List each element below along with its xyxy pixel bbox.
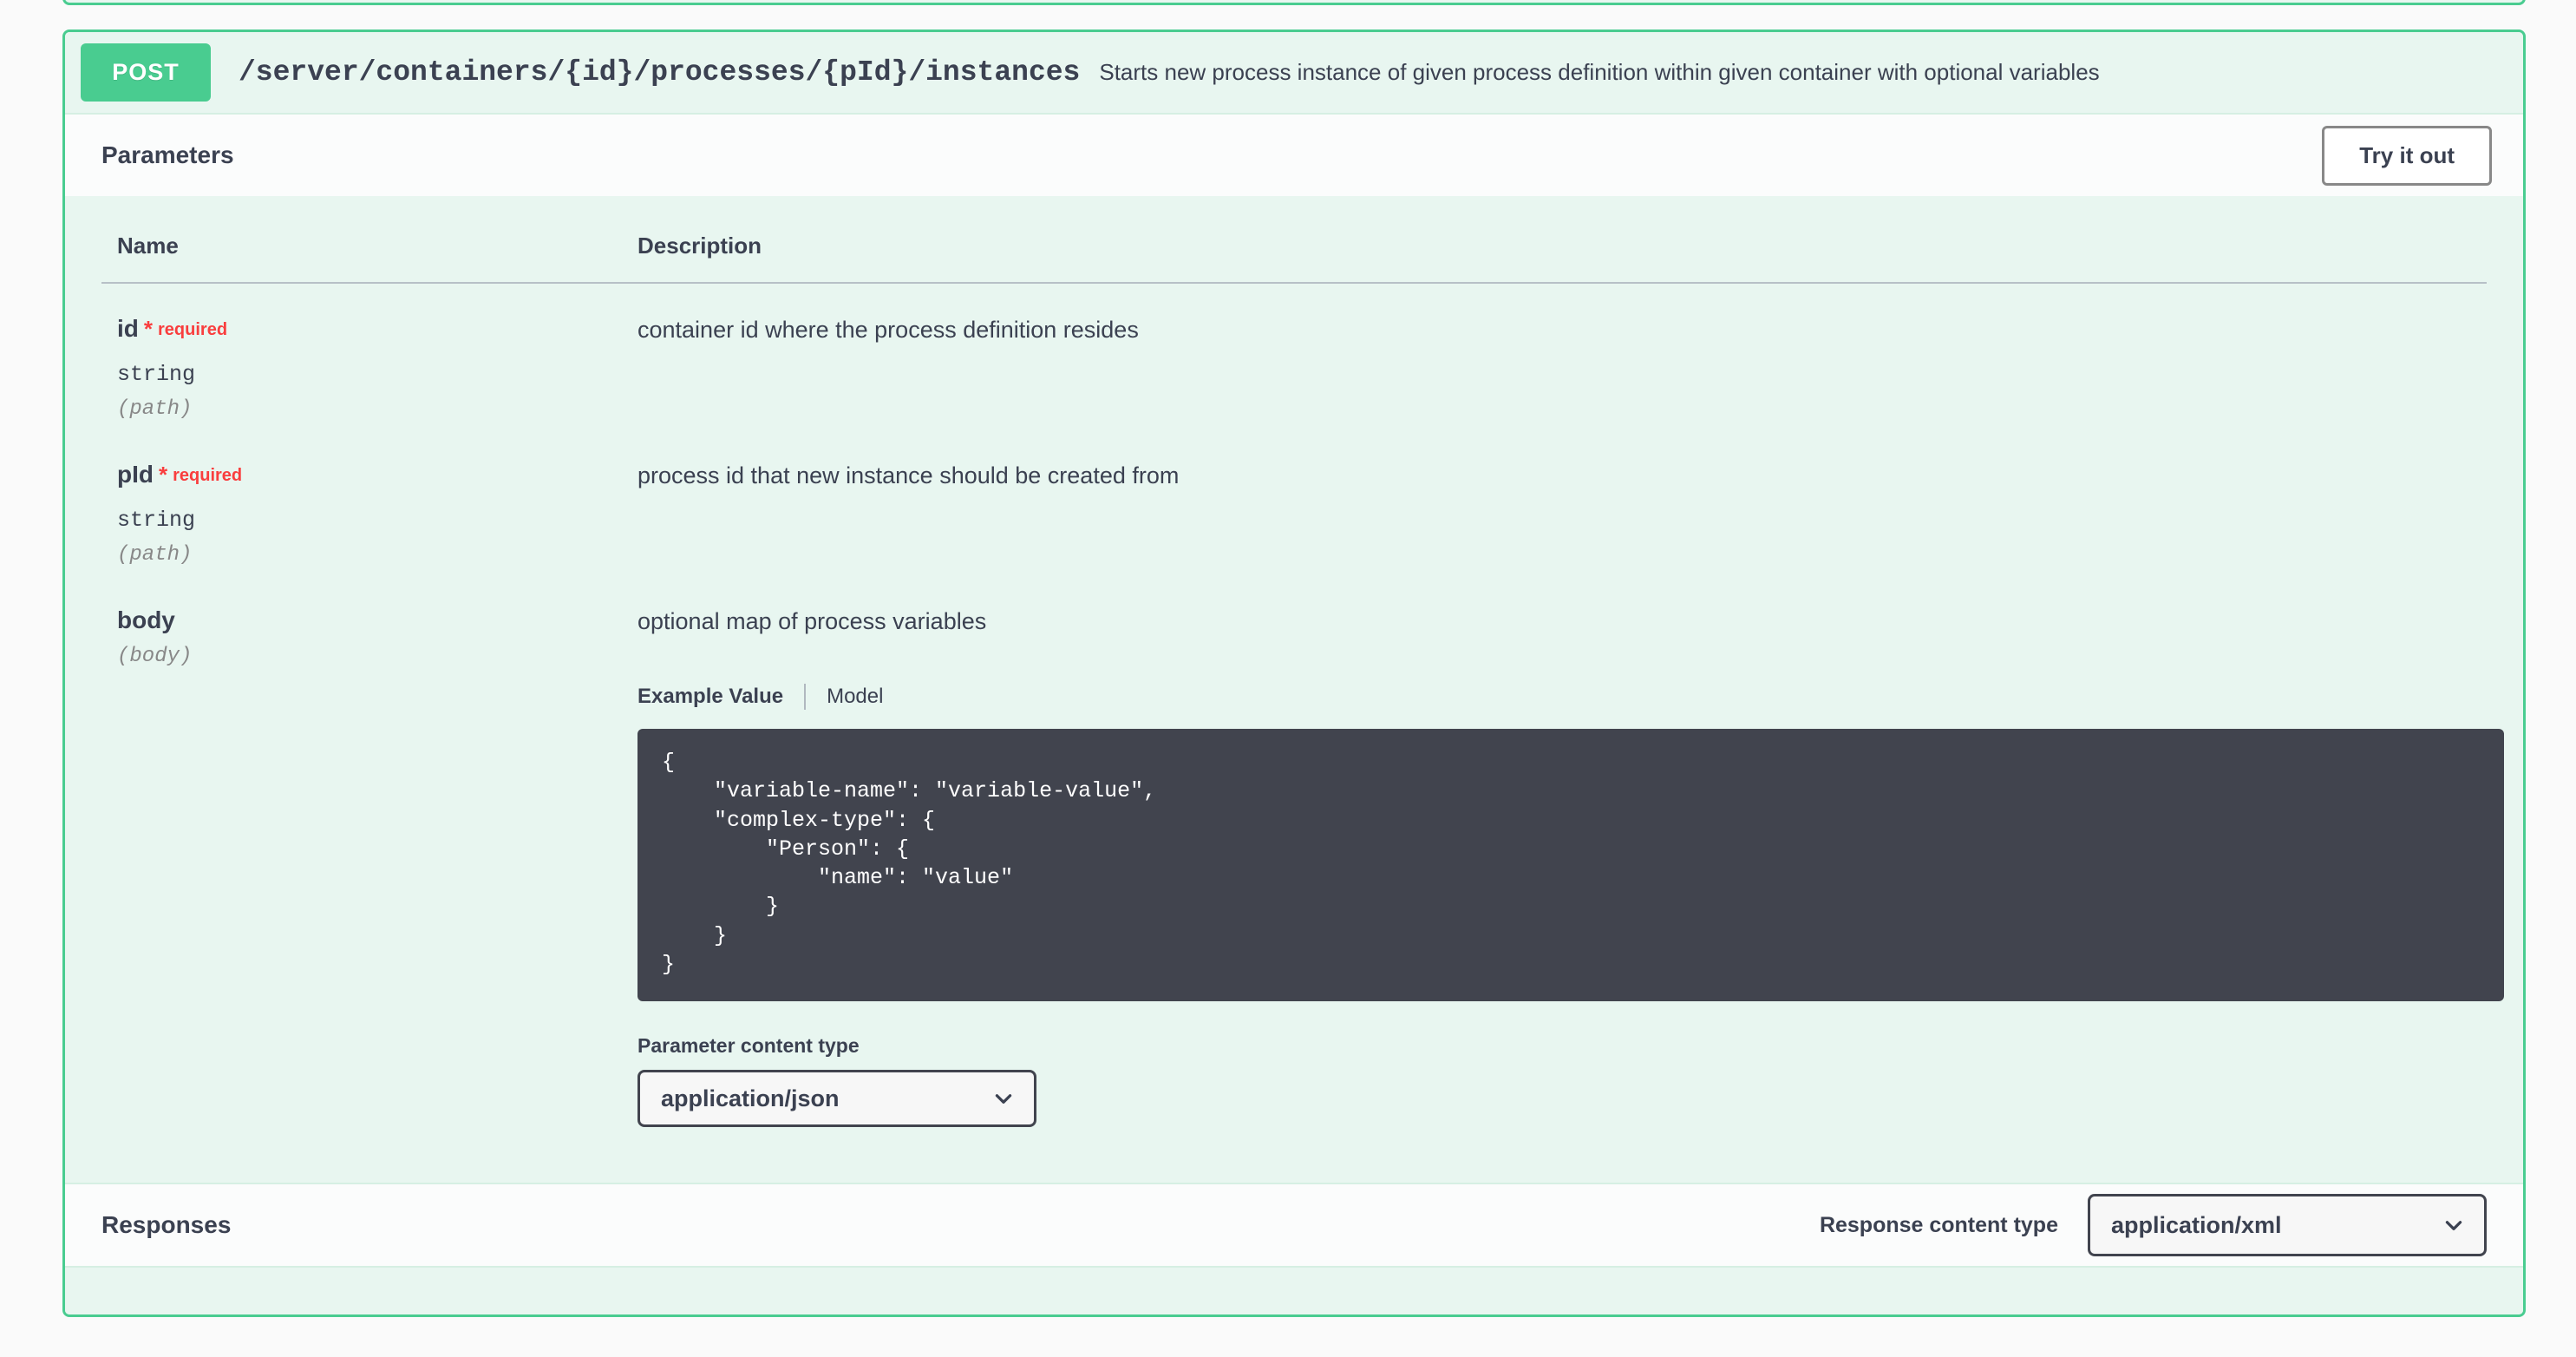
parameter-name-cell-id: id * required string (path) [101, 283, 622, 429]
required-label: required [173, 466, 243, 485]
parameters-table: Name Description id * required string (pat… [101, 226, 2504, 1136]
parameter-location-id: (path) [117, 397, 193, 421]
http-method-badge: POST [81, 43, 211, 102]
responses-header: Responses Response content type applicat… [65, 1183, 2523, 1267]
try-it-out-button[interactable]: Try it out [2322, 125, 2492, 186]
parameter-name-cell-pid: pId * required string (path) [101, 429, 622, 575]
parameter-description-cell-id: container id where the process definitio… [622, 283, 2487, 429]
parameter-description-body: optional map of process variables [637, 608, 987, 634]
parameter-description-id: container id where the process definitio… [637, 317, 1139, 343]
response-content-type-select[interactable]: application/xml [2088, 1194, 2487, 1257]
parameter-name-cell-body: body (body) [101, 575, 622, 1136]
parameter-type-id: string [117, 362, 196, 387]
previous-operation-block-partial [62, 0, 2526, 5]
body-example-tabs: Example Value Model [637, 684, 2487, 711]
column-header-name: Name [101, 226, 622, 284]
response-content-type-label: Response content type [1819, 1212, 2058, 1237]
responses-title: Responses [101, 1211, 232, 1239]
example-value-code-block[interactable]: { "variable-name": "variable-value", "co… [637, 729, 2504, 1002]
operation-block-post: POST /server/containers/{id}/processes/{… [62, 30, 2526, 1318]
parameter-name-pid: pId [117, 461, 154, 488]
operation-path: /server/containers/{id}/processes/{pId}/… [239, 56, 1081, 88]
response-content-type-value: application/xml [2111, 1211, 2282, 1238]
parameter-type-pid: string [117, 508, 196, 533]
table-header-row: Name Description [101, 226, 2487, 284]
operation-description: Starts new process instance of given pro… [1099, 59, 2100, 85]
parameter-location-body: (body) [117, 645, 193, 668]
parameter-name-id: id [117, 315, 139, 342]
parameter-content-type-select[interactable]: application/json [637, 1070, 1036, 1128]
parameter-location-pid: (path) [117, 543, 193, 567]
tab-example-value[interactable]: Example Value [637, 685, 783, 709]
table-row: id * required string (path) container id w… [101, 283, 2487, 429]
parameter-description-cell-pid: process id that new instance should be c… [622, 429, 2487, 575]
required-star-icon: * [159, 462, 168, 488]
parameters-body: Name Description id * required string (pat… [65, 196, 2523, 1183]
parameters-header: Parameters Try it out [65, 113, 2523, 196]
required-label: required [158, 320, 228, 339]
chevron-down-icon [992, 1087, 1015, 1110]
swagger-ui-page: POST /server/containers/{id}/processes/{… [0, 0, 2576, 1357]
table-row: body (body) optional map of process vari… [101, 575, 2504, 1136]
parameter-name-body: body [117, 606, 175, 633]
tab-divider [804, 684, 807, 711]
tab-model[interactable]: Model [827, 685, 883, 709]
responses-body [65, 1266, 2523, 1315]
required-star-icon: * [143, 316, 154, 342]
parameter-description-pid: process id that new instance should be c… [637, 462, 1180, 488]
column-header-description: Description [622, 226, 2487, 284]
table-row: pId * required string (path) process id th… [101, 429, 2487, 575]
parameter-content-type-label: Parameter content type [637, 1034, 860, 1058]
parameters-title: Parameters [101, 141, 234, 168]
operation-summary-bar[interactable]: POST /server/containers/{id}/processes/{… [65, 32, 2523, 113]
response-content-type-group: Response content type application/xml [1819, 1194, 2487, 1257]
chevron-down-icon [2442, 1214, 2465, 1236]
parameter-content-type-value: application/json [661, 1085, 840, 1111]
parameter-description-cell-body: optional map of process variables Exampl… [622, 575, 2504, 1136]
